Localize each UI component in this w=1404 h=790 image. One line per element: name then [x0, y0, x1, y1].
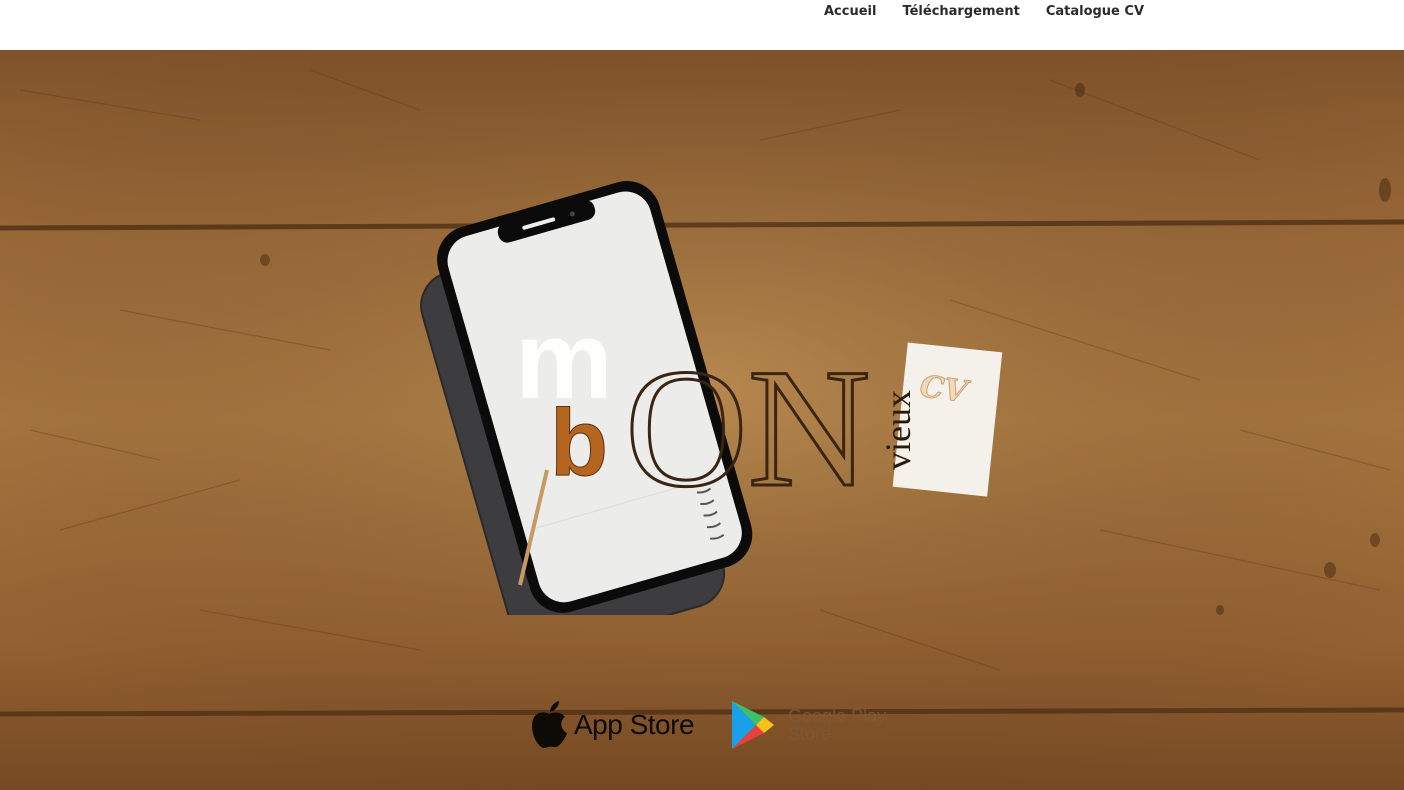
google-play-line-2: Store [788, 724, 832, 744]
google-play-badge[interactable]: Google Play Store [728, 698, 886, 752]
logo-word-on: ON [625, 334, 871, 522]
main-nav: Accueil Téléchargement Catalogue CV [824, 3, 1170, 21]
apple-icon [532, 701, 567, 749]
logo-word-vieux: vieux [878, 390, 918, 470]
logo-letter-b: b [550, 390, 608, 496]
site-header: Accueil Téléchargement Catalogue CV [0, 0, 1404, 50]
appstore-label: App Store [574, 709, 695, 740]
mon-vieux-cv-logo: m b ON vieux CV [420, 180, 1003, 615]
nav-link-catalogue-cv[interactable]: Catalogue CV [1046, 3, 1144, 21]
appstore-badge[interactable]: App Store [528, 700, 695, 750]
google-play-line-1: Google Play [788, 706, 887, 726]
hero-banner: m b ON vieux CV App Store Google Play St… [0, 50, 1404, 790]
nav-link-telechargement[interactable]: Téléchargement [902, 3, 1019, 21]
nav-link-accueil[interactable]: Accueil [824, 3, 876, 21]
logo-word-cv: CV [918, 369, 972, 411]
google-play-icon [732, 701, 775, 749]
store-badges: App Store Google Play Store [528, 698, 886, 752]
